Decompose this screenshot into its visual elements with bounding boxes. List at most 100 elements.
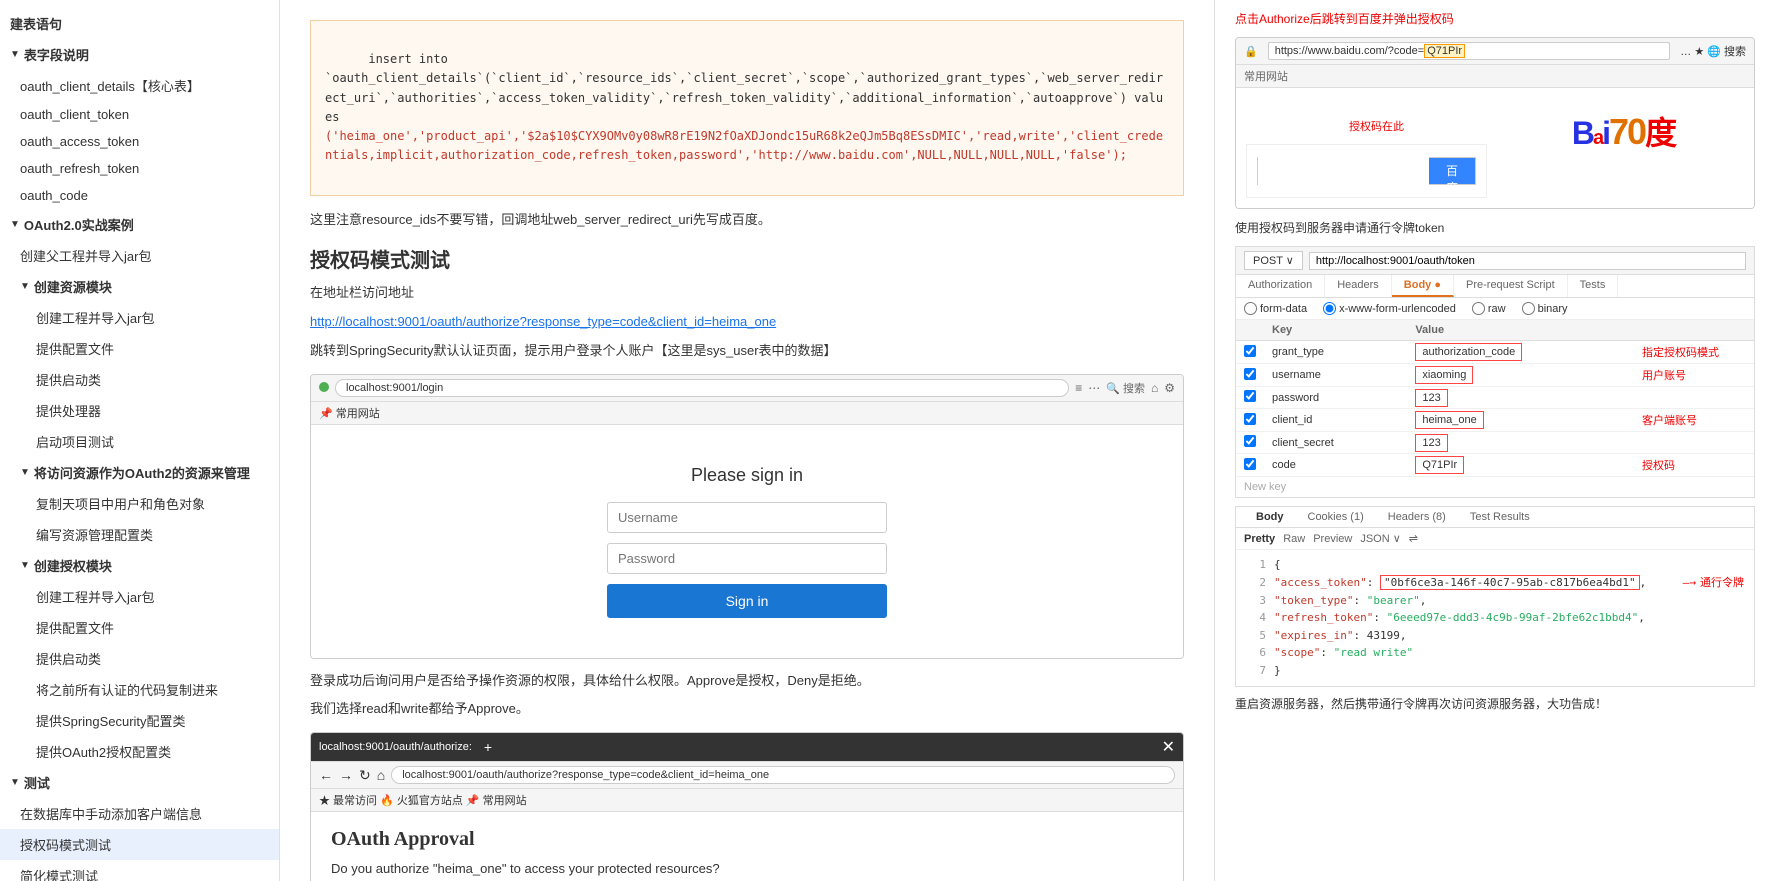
sql-code-block: insert into `oauth_client_details`(`clie…: [310, 20, 1184, 196]
sidebar-item-qidongxm[interactable]: 启动项目测试: [0, 426, 279, 457]
postman-method-select[interactable]: POST ∨: [1244, 251, 1303, 270]
sidebar-item-shouquanmashice[interactable]: 授权码模式测试: [0, 829, 279, 860]
postman-url-input[interactable]: [1309, 252, 1746, 270]
subtab-raw[interactable]: Raw: [1283, 533, 1305, 545]
result-tab-cookies[interactable]: Cookies (1): [1296, 507, 1376, 527]
table-row: client_id heima_one 客户端账号: [1236, 409, 1754, 432]
subtab-pretty[interactable]: Pretty: [1244, 533, 1275, 545]
sidebar-item-chuangjianfugong[interactable]: 创建父工程并导入jar包: [0, 240, 279, 271]
sidebar-toggle-chuangjianziyuan[interactable]: ▼ 创建资源模块: [0, 271, 279, 302]
browser-favicon: [319, 380, 329, 395]
json-token-type: "token_type": "bearer",: [1274, 592, 1426, 610]
password-input[interactable]: [607, 543, 887, 574]
value-code[interactable]: Q71PIr: [1415, 456, 1464, 474]
add-tab-icon[interactable]: +: [484, 739, 492, 755]
back-icon[interactable]: ←: [319, 767, 333, 783]
reload-icon[interactable]: ↻: [359, 767, 371, 784]
step3-text2: 我们选择read和write都给予Approve。: [310, 699, 1184, 720]
lock-icon: 🔒: [1244, 45, 1258, 58]
sidebar-toggle-oauth2[interactable]: ▼ OAuth2.0实战案例: [0, 209, 279, 240]
value-client-id[interactable]: heima_one: [1415, 411, 1483, 429]
sidebar-item-zaishujuku[interactable]: 在数据库中手动添加客户端信息: [0, 798, 279, 829]
row-key-pass: password: [1264, 387, 1407, 409]
row-val-user: xiaoming: [1407, 364, 1634, 387]
browser-url-login[interactable]: localhost:9001/login: [335, 379, 1069, 397]
sidebar-item-cjzyms-jar[interactable]: 创建工程并导入jar包: [0, 302, 279, 333]
row-ann-grant: 指定授权码模式: [1634, 341, 1754, 364]
row-key-csec: client_secret: [1264, 432, 1407, 454]
sidebar-item-oauth-code[interactable]: oauth_code: [0, 182, 279, 209]
checkbox-grant[interactable]: [1244, 345, 1256, 357]
sidebar-item-fuzhitianyong[interactable]: 复制天项目中用户和角色对象: [0, 488, 279, 519]
sidebar: 建表语句 ▼ 表字段说明 oauth_client_details【核心表】 o…: [0, 0, 280, 881]
sidebar-toggle-ceshi[interactable]: ▼ 测试: [0, 767, 279, 798]
tab-authorization[interactable]: Authorization: [1236, 275, 1325, 297]
new-key-row[interactable]: New key: [1236, 477, 1754, 497]
value-password[interactable]: 123: [1415, 389, 1447, 407]
radio-raw[interactable]: raw: [1472, 302, 1506, 315]
sidebar-item-oauth-client-token[interactable]: oauth_client_token: [0, 101, 279, 128]
sidebar-item-tigongqidong[interactable]: 提供启动类: [0, 364, 279, 395]
sidebar-item-cjsq-jar[interactable]: 创建工程并导入jar包: [0, 581, 279, 612]
subtab-json[interactable]: JSON ∨: [1360, 532, 1400, 545]
sidebar-item-oauth-client-details[interactable]: oauth_client_details【核心表】: [0, 70, 279, 101]
baidu-search-button[interactable]: 百度一下: [1429, 158, 1475, 184]
subtab-format[interactable]: ⇌: [1409, 532, 1418, 545]
auth-url-link[interactable]: http://localhost:9001/oauth/authorize?re…: [310, 314, 776, 329]
checkbox-client-id[interactable]: [1244, 413, 1256, 425]
radio-binary-input[interactable]: [1522, 302, 1535, 315]
sidebar-item-oauth-access-token[interactable]: oauth_access_token: [0, 128, 279, 155]
table-row: grant_type authorization_code 指定授权码模式: [1236, 341, 1754, 364]
row-ann-cid: 客户端账号: [1634, 409, 1754, 432]
checkbox-password[interactable]: [1244, 390, 1256, 402]
username-input[interactable]: [607, 502, 887, 533]
browser-nav-bar: ← → ↻ ⌂ localhost:9001/oauth/authorize?r…: [311, 762, 1183, 789]
forward-icon[interactable]: →: [339, 767, 353, 783]
tab-pre-request[interactable]: Pre-request Script: [1454, 275, 1568, 297]
radio-form-data-input[interactable]: [1244, 302, 1257, 315]
result-tab-body[interactable]: Body: [1244, 507, 1296, 527]
auth-url[interactable]: http://localhost:9001/oauth/authorize?re…: [310, 312, 1184, 333]
sidebar-item-tigongchuliq[interactable]: 提供处理器: [0, 395, 279, 426]
sidebar-item-cjsq-springsecurity[interactable]: 提供SpringSecurity配置类: [0, 705, 279, 736]
radio-binary[interactable]: binary: [1522, 302, 1568, 315]
value-username[interactable]: xiaoming: [1415, 366, 1473, 384]
sidebar-item-jianhuamoshi[interactable]: 简化模式测试: [0, 860, 279, 881]
sidebar-toggle-biaozishuoming[interactable]: ▼ 表字段说明: [0, 39, 279, 70]
radio-form-data[interactable]: form-data: [1244, 302, 1307, 315]
checkbox-client-secret[interactable]: [1244, 435, 1256, 447]
sidebar-item-tigongpeizhiwj[interactable]: 提供配置文件: [0, 333, 279, 364]
baidu-left: 授权码在此 百度一下: [1246, 98, 1487, 198]
sidebar-item-jianbiaoyu[interactable]: 建表语句: [0, 8, 279, 39]
close-tab-icon[interactable]: ✕: [1162, 737, 1175, 757]
sidebar-toggle-cjshouquan[interactable]: ▼ 创建授权模块: [0, 550, 279, 581]
tab-headers[interactable]: Headers: [1325, 275, 1392, 297]
radio-raw-input[interactable]: [1472, 302, 1485, 315]
radio-urlencoded[interactable]: x-www-form-urlencoded: [1323, 302, 1456, 315]
sidebar-item-cjsq-peizhi[interactable]: 提供配置文件: [0, 612, 279, 643]
sidebar-item-cjsq-oauth2peizhi[interactable]: 提供OAuth2授权配置类: [0, 736, 279, 767]
value-grant[interactable]: authorization_code: [1415, 343, 1522, 361]
sidebar-item-cjsq-fuzhidaima[interactable]: 将之前所有认证的代码复制进来: [0, 674, 279, 705]
radio-urlencoded-input[interactable]: [1323, 302, 1336, 315]
sidebar-item-oauth-refresh-token[interactable]: oauth_refresh_token: [0, 155, 279, 182]
checkbox-username[interactable]: [1244, 368, 1256, 380]
baidu-logo: Bai70度: [1503, 98, 1744, 164]
home-icon2[interactable]: ⌂: [377, 767, 385, 783]
value-client-secret[interactable]: 123: [1415, 434, 1447, 452]
tab-body[interactable]: Body ●: [1392, 275, 1454, 297]
sidebar-item-bianxiepeizhi[interactable]: 编写资源管理配置类: [0, 519, 279, 550]
result-tab-headers[interactable]: Headers (8): [1376, 507, 1458, 527]
tab-tests[interactable]: Tests: [1568, 275, 1619, 297]
rp-top-text: 点击Authorize后跳转到百度并弹出授权码: [1235, 10, 1755, 29]
checkbox-code[interactable]: [1244, 458, 1256, 470]
sidebar-toggle-jiangyifang[interactable]: ▼ 将访问资源作为OAuth2的资源来管理: [0, 457, 279, 488]
subtab-preview[interactable]: Preview: [1313, 533, 1352, 545]
browser-address-bar[interactable]: localhost:9001/oauth/authorize?response_…: [391, 766, 1175, 784]
baidu-search-input[interactable]: [1258, 157, 1429, 185]
result-tab-tests[interactable]: Test Results: [1458, 507, 1542, 527]
sidebar-item-cjsq-qidong[interactable]: 提供启动类: [0, 643, 279, 674]
left-panel: insert into `oauth_client_details`(`clie…: [280, 0, 1215, 881]
signin-button[interactable]: Sign in: [607, 584, 887, 618]
baidu-url-bar[interactable]: https://www.baidu.com/?code=Q71PIr: [1268, 42, 1671, 60]
